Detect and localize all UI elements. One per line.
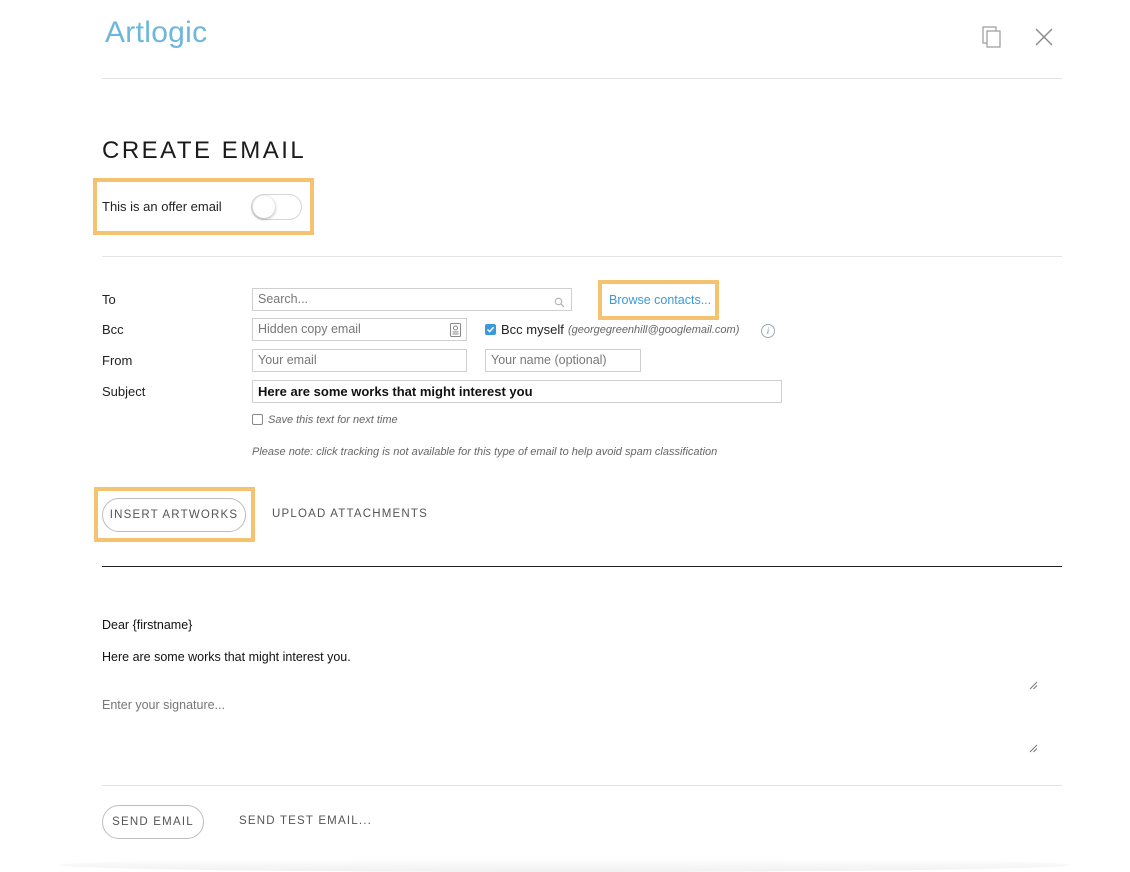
subject-input[interactable]: Here are some works that might interest … — [252, 380, 782, 403]
bcc-myself-checkbox[interactable] — [485, 324, 496, 335]
search-icon — [554, 294, 565, 315]
from-email-input[interactable]: Your email — [252, 349, 467, 372]
subject-label: Subject — [102, 384, 146, 399]
from-name-input[interactable]: Your name (optional) — [485, 349, 641, 372]
copy-icon[interactable] — [980, 24, 1006, 50]
artlogic-logo: Artlogic — [105, 16, 208, 49]
insert-artworks-button[interactable]: INSERT ARTWORKS — [102, 498, 246, 532]
form-divider — [102, 256, 1062, 257]
signature-input[interactable]: Enter your signature... — [102, 698, 225, 712]
bcc-label: Bcc — [102, 322, 124, 337]
message-greeting[interactable]: Dear {firstname} — [102, 618, 192, 632]
send-test-email-button[interactable]: SEND TEST EMAIL... — [239, 815, 372, 827]
from-label: From — [102, 353, 133, 368]
offer-email-label: This is an offer email — [102, 199, 222, 214]
tracking-note: Please note: click tracking is not avail… — [252, 446, 718, 458]
send-email-button[interactable]: SEND EMAIL — [102, 805, 204, 839]
to-search-input[interactable]: Search... — [252, 288, 572, 311]
bcc-myself-label: Bcc myself — [501, 322, 564, 337]
info-icon[interactable]: i — [761, 324, 775, 338]
bcc-myself-email: (georgegreenhill@googlemail.com) — [568, 324, 740, 336]
browse-contacts-link[interactable]: Browse contacts... — [609, 293, 711, 307]
resize-handle-icon[interactable] — [1029, 677, 1038, 690]
footer-divider — [102, 785, 1062, 786]
bottom-shadow — [60, 858, 1070, 872]
toggle-knob — [253, 196, 275, 218]
bcc-input[interactable]: Hidden copy email — [252, 318, 467, 341]
editor-divider — [102, 566, 1062, 567]
to-label: To — [102, 292, 116, 307]
contact-card-icon[interactable] — [450, 323, 461, 344]
signature-resize-handle-icon[interactable] — [1029, 740, 1038, 753]
upload-attachments-button[interactable]: UPLOAD ATTACHMENTS — [272, 508, 428, 520]
offer-email-toggle[interactable] — [251, 194, 302, 220]
save-text-checkbox[interactable] — [252, 414, 263, 425]
page-title: CREATE EMAIL — [102, 137, 307, 164]
save-text-label: Save this text for next time — [268, 414, 398, 426]
message-body[interactable]: Here are some works that might interest … — [102, 650, 351, 664]
from-email-placeholder: Your email — [258, 353, 317, 367]
close-icon[interactable] — [1031, 24, 1057, 50]
bcc-placeholder: Hidden copy email — [258, 322, 361, 336]
to-search-placeholder: Search... — [258, 292, 309, 306]
header-divider — [102, 78, 1062, 79]
from-name-placeholder: Your name (optional) — [491, 353, 607, 367]
